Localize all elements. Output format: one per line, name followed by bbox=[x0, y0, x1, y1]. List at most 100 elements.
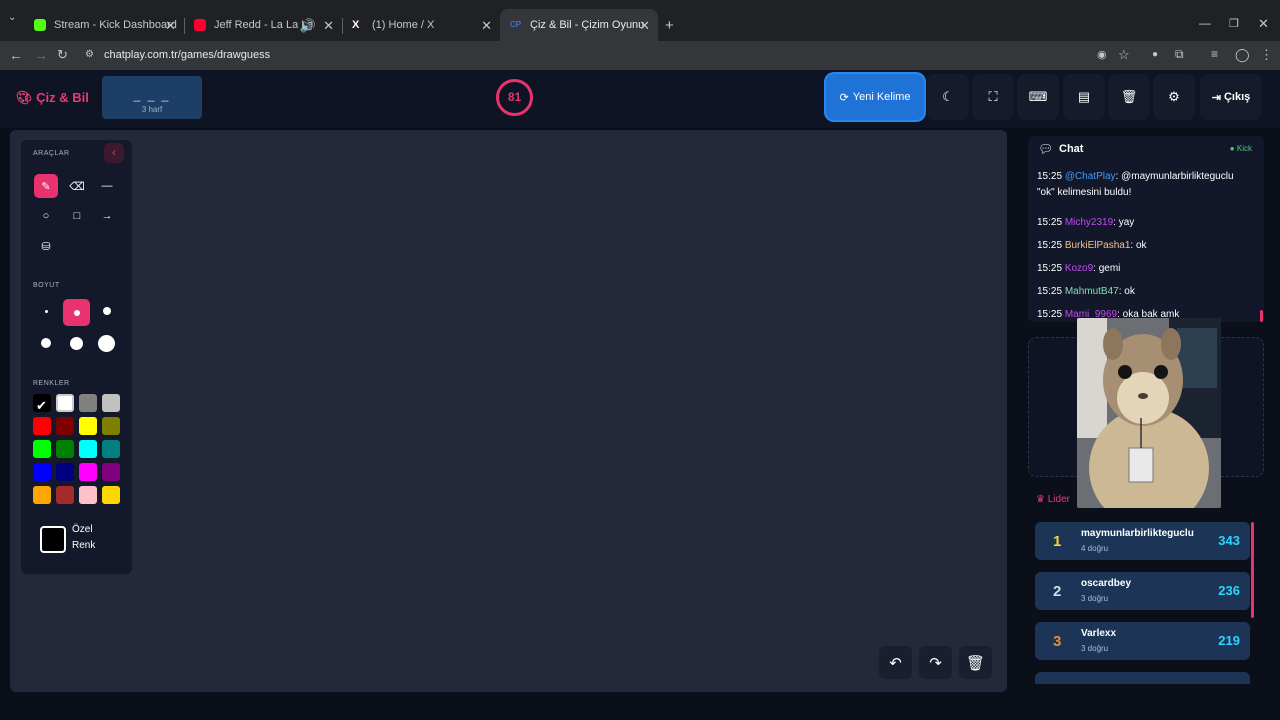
menu-dots-icon[interactable]: ⋮ bbox=[1260, 47, 1273, 63]
color-swatch[interactable] bbox=[33, 463, 51, 481]
eraser-tool[interactable]: ⌫ bbox=[65, 174, 89, 198]
settings-button[interactable]: ⚙ bbox=[1153, 74, 1195, 120]
reload-icon[interactable]: ↻ bbox=[57, 47, 68, 63]
tab-youtube[interactable]: Jeff Redd - La La La ! [Offici 🔊 ✕ bbox=[184, 9, 342, 41]
keyboard-button[interactable]: ⌨ bbox=[1017, 74, 1059, 120]
close-tab-icon[interactable]: ✕ bbox=[165, 18, 176, 34]
profile-icon[interactable]: ◯ bbox=[1235, 47, 1250, 63]
dark-mode-button[interactable]: ☾ bbox=[927, 74, 969, 120]
color-swatch[interactable] bbox=[102, 417, 120, 435]
message-user[interactable]: @ChatPlay bbox=[1065, 171, 1116, 182]
chat-message: 15:25 BurkiElPasha1: ok bbox=[1037, 238, 1252, 254]
color-swatch[interactable] bbox=[56, 440, 74, 458]
bookmark-star-icon[interactable]: ☆ bbox=[1118, 47, 1130, 63]
clear-canvas-button[interactable]: 🗑︎ bbox=[959, 646, 992, 679]
collapse-panel-button[interactable]: ‹ bbox=[104, 143, 124, 163]
tools-section-label: ARAÇLAR bbox=[33, 150, 70, 157]
message-user[interactable]: BurkiElPasha1 bbox=[1065, 240, 1131, 251]
size-4[interactable] bbox=[41, 338, 51, 348]
puzzle-icon[interactable]: ⧉ bbox=[1175, 47, 1184, 62]
leaderboard-scrollbar[interactable] bbox=[1251, 522, 1254, 618]
check-icon: ✔ bbox=[36, 398, 47, 413]
color-swatch[interactable] bbox=[56, 463, 74, 481]
speaker-icon[interactable]: 🔊 bbox=[300, 18, 316, 34]
forward-icon[interactable]: → bbox=[34, 47, 48, 63]
leaderboard-score: 343 bbox=[1218, 533, 1240, 548]
arrow-right-icon: → bbox=[101, 210, 113, 222]
tab-search-icon[interactable]: ⌄ bbox=[8, 12, 16, 23]
rectangle-tool[interactable]: □ bbox=[65, 204, 89, 228]
color-swatch[interactable] bbox=[56, 417, 74, 435]
url-field[interactable]: chatplay.com.tr/games/drawguess bbox=[104, 49, 270, 61]
size-2[interactable] bbox=[63, 299, 90, 326]
keyboard-icon: ⌨ bbox=[1028, 89, 1048, 104]
trash-icon: 🗑︎ bbox=[965, 654, 986, 672]
close-window-icon[interactable]: ✕ bbox=[1258, 16, 1269, 32]
exit-button[interactable]: ⇥ Çıkış bbox=[1200, 74, 1262, 120]
color-swatch[interactable] bbox=[102, 463, 120, 481]
minimize-icon[interactable]: — bbox=[1199, 16, 1211, 30]
message-user[interactable]: Kozo9 bbox=[1065, 263, 1093, 274]
color-swatch[interactable] bbox=[79, 486, 97, 504]
close-tab-icon[interactable]: ✕ bbox=[481, 18, 492, 34]
color-swatch[interactable] bbox=[79, 417, 97, 435]
media-icon[interactable]: ≡ bbox=[1211, 47, 1218, 61]
custom-color-button[interactable] bbox=[40, 526, 66, 553]
color-swatch[interactable] bbox=[33, 440, 51, 458]
color-swatch[interactable] bbox=[56, 486, 74, 504]
new-word-button[interactable]: ⟳ Yeni Kelime bbox=[826, 74, 924, 120]
undo-button[interactable]: ↶ bbox=[879, 646, 912, 679]
size-3[interactable] bbox=[103, 307, 111, 315]
drawing-canvas[interactable] bbox=[10, 130, 1007, 692]
new-word-label: Yeni Kelime bbox=[852, 91, 911, 103]
brush-tool[interactable]: ✎ bbox=[34, 174, 58, 198]
arrow-tool[interactable]: → bbox=[95, 204, 119, 228]
x-favicon-icon: X bbox=[352, 19, 360, 31]
color-swatch[interactable] bbox=[79, 394, 97, 412]
back-icon[interactable]: ← bbox=[9, 47, 23, 63]
size-1[interactable] bbox=[45, 310, 48, 313]
color-swatch[interactable] bbox=[33, 417, 51, 435]
size-6[interactable] bbox=[98, 335, 115, 352]
tools-panel: ARAÇLAR ‹ ✎ ⌫ — ○ □ → ⛁ BOYUT RENKLER ✔ … bbox=[21, 140, 132, 574]
message-time: 15:25 bbox=[1037, 263, 1063, 274]
color-swatch[interactable] bbox=[33, 486, 51, 504]
close-tab-icon[interactable]: ✕ bbox=[639, 18, 650, 34]
leaderboard-name: Varlexx bbox=[1081, 628, 1117, 639]
leaderboard-correct: 4 doğru bbox=[1081, 544, 1109, 553]
archive-button[interactable]: ▤ bbox=[1063, 74, 1105, 120]
color-swatch[interactable] bbox=[56, 394, 74, 412]
color-swatch[interactable] bbox=[102, 440, 120, 458]
tab-kick-dashboard[interactable]: Stream - Kick Dashboard ✕ bbox=[24, 9, 184, 41]
message-user[interactable]: Michy2319 bbox=[1065, 217, 1113, 228]
trash-icon: 🗑︎ bbox=[1120, 89, 1138, 104]
eye-off-icon[interactable]: ◉ bbox=[1097, 48, 1107, 61]
chat-message: 15:25 Michy2319: yay bbox=[1037, 215, 1252, 231]
redo-button[interactable]: ↷ bbox=[919, 646, 952, 679]
line-tool[interactable]: — bbox=[95, 174, 119, 198]
color-swatch[interactable] bbox=[79, 440, 97, 458]
fill-tool[interactable]: ⛁ bbox=[34, 234, 58, 258]
restore-icon[interactable]: ❐ bbox=[1229, 17, 1239, 30]
circle-tool[interactable]: ○ bbox=[34, 204, 58, 228]
chat-message: 15:25 MahmutB47: ok bbox=[1037, 284, 1252, 300]
color-swatch[interactable] bbox=[79, 463, 97, 481]
chat-scrollbar[interactable] bbox=[1260, 310, 1263, 322]
custom-color-label-2: Renk bbox=[72, 540, 96, 551]
chat-message: 15:25 Kozo9: gemi bbox=[1037, 261, 1252, 277]
leaderboard-row: 2 oscardbey 3 doğru 236 bbox=[1035, 572, 1250, 610]
message-user[interactable]: MahmutB47 bbox=[1065, 286, 1119, 297]
close-tab-icon[interactable]: ✕ bbox=[323, 18, 334, 34]
site-info-icon[interactable]: ⚙ bbox=[85, 49, 94, 60]
size-5[interactable] bbox=[70, 337, 83, 350]
message-text: : ok bbox=[1118, 286, 1135, 297]
tab-x-home[interactable]: X (1) Home / X ✕ bbox=[342, 9, 500, 41]
tab-ciz-bil[interactable]: CP Çiz & Bil - Çizim Oyunu ✕ bbox=[500, 9, 658, 41]
new-tab-icon[interactable]: + bbox=[665, 17, 674, 34]
fullscreen-button[interactable]: ⛶ bbox=[972, 74, 1014, 120]
redo-icon: ↷ bbox=[929, 654, 942, 672]
color-swatch[interactable] bbox=[102, 486, 120, 504]
delete-button[interactable]: 🗑︎ bbox=[1108, 74, 1150, 120]
color-swatch[interactable] bbox=[102, 394, 120, 412]
extension-icon[interactable]: ● bbox=[1152, 49, 1158, 60]
